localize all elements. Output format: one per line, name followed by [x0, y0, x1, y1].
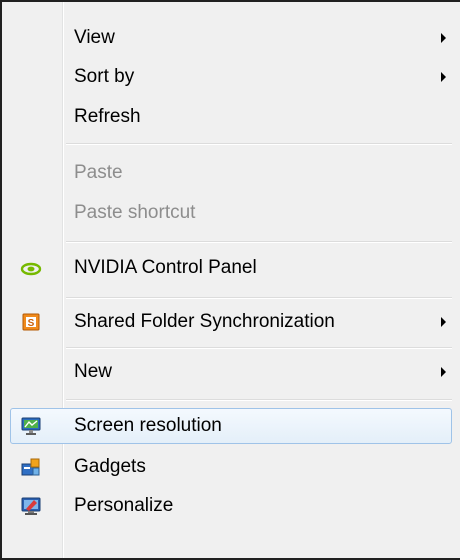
menu-item-personalize-label: Personalize	[74, 495, 174, 516]
menu-separator	[66, 241, 452, 243]
monitor-icon	[21, 417, 41, 435]
menu-item-screen-resolution-label: Screen resolution	[74, 415, 222, 436]
submenu-arrow-icon	[441, 367, 446, 377]
menu-item-shared-folder-sync[interactable]: S Shared Folder Synchronization	[10, 304, 452, 340]
menu-item-shared-folder-label: Shared Folder Synchronization	[74, 311, 335, 332]
menu-separator	[66, 347, 452, 349]
menu-item-personalize[interactable]: Personalize	[10, 488, 452, 524]
svg-text:S: S	[28, 318, 35, 329]
menu-item-paste: Paste	[10, 155, 452, 191]
nvidia-logo-icon	[20, 262, 42, 276]
menu-item-view[interactable]: View	[10, 20, 452, 56]
menu-item-screen-resolution[interactable]: Screen resolution	[10, 408, 452, 444]
submenu-arrow-icon	[441, 33, 446, 43]
menu-item-sort-by-label: Sort by	[74, 66, 135, 87]
menu-item-view-label: View	[74, 27, 115, 48]
menu-item-refresh-label: Refresh	[74, 106, 141, 127]
menu-item-gadgets-label: Gadgets	[74, 456, 146, 477]
shared-folder-sync-icon: S	[22, 313, 40, 331]
desktop-context-menu: View Sort by Refresh Paste Paste shortcu…	[0, 0, 460, 560]
menu-item-new-label: New	[74, 361, 113, 382]
menu-item-nvidia-label: NVIDIA Control Panel	[74, 257, 257, 278]
menu-item-paste-label: Paste	[74, 162, 123, 183]
menu-item-refresh[interactable]: Refresh	[10, 99, 452, 135]
menu-item-nvidia-control-panel[interactable]: NVIDIA Control Panel	[10, 250, 452, 286]
submenu-arrow-icon	[441, 72, 446, 82]
menu-separator	[66, 297, 452, 299]
gadgets-icon	[21, 458, 40, 476]
submenu-arrow-icon	[441, 317, 446, 327]
menu-item-sort-by[interactable]: Sort by	[10, 59, 452, 95]
menu-item-paste-shortcut-label: Paste shortcut	[74, 202, 196, 223]
menu-item-gadgets[interactable]: Gadgets	[10, 449, 452, 485]
menu-item-new[interactable]: New	[10, 354, 452, 390]
personalize-icon	[21, 497, 41, 515]
menu-separator	[66, 399, 452, 401]
menu-separator	[66, 143, 452, 145]
menu-item-paste-shortcut: Paste shortcut	[10, 195, 452, 231]
